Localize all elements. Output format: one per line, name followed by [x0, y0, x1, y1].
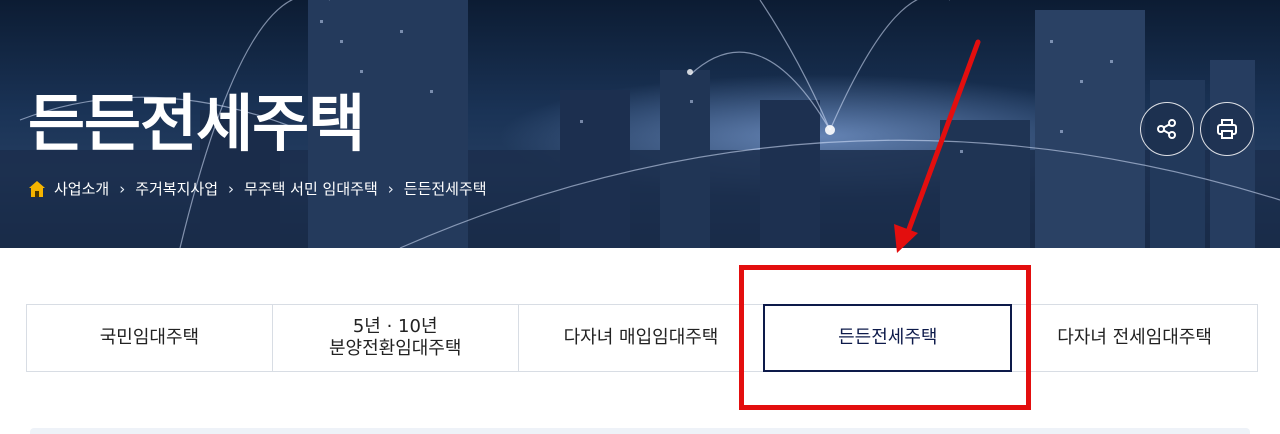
chevron-right-icon: › — [228, 179, 235, 198]
tab-label: 다자녀 매입임대주택 — [563, 327, 719, 348]
breadcrumb-item-business[interactable]: 사업소개 — [54, 178, 109, 199]
share-button[interactable] — [1140, 102, 1194, 156]
tab-national-rental[interactable]: 국민임대주택 — [27, 305, 273, 371]
page-title: 든든전세주택 — [28, 87, 365, 160]
sub-navigation-tabs: 국민임대주택 5년 · 10년 분양전환임대주택 다자녀 매입임대주택 든든전세… — [26, 304, 1258, 372]
tab-label: 다자녀 전세임대주택 — [1057, 327, 1212, 348]
breadcrumb-item-current[interactable]: 든든전세주택 — [404, 178, 487, 199]
chevron-right-icon: › — [119, 179, 126, 198]
annotation-highlight-box — [739, 265, 1031, 410]
tab-multi-child-purchase-rental[interactable]: 다자녀 매입임대주택 — [519, 305, 765, 371]
breadcrumb: 사업소개 › 주거복지사업 › 무주택 서민 임대주택 › 든든전세주택 — [28, 178, 487, 199]
print-icon — [1217, 119, 1237, 139]
tab-multi-child-jeonse-rental[interactable]: 다자녀 전세임대주택 — [1012, 305, 1257, 371]
print-button[interactable] — [1200, 102, 1254, 156]
tab-label: 국민임대주택 — [99, 327, 200, 348]
breadcrumb-item-housing-welfare[interactable]: 주거복지사업 — [135, 178, 218, 199]
share-icon — [1157, 119, 1176, 139]
tab-label-line2: 분양전환임대주택 — [328, 338, 462, 359]
tab-5-10-year-conversion[interactable]: 5년 · 10년 분양전환임대주택 — [273, 305, 519, 371]
content-area-top — [30, 428, 1250, 434]
home-icon[interactable] — [28, 180, 46, 198]
chevron-right-icon: › — [387, 179, 394, 198]
breadcrumb-item-rental-housing[interactable]: 무주택 서민 임대주택 — [244, 178, 378, 199]
hero-banner: 든든전세주택 사업소개 › 주거복지사업 › 무주택 서민 임대주택 › 든든전… — [0, 0, 1280, 248]
page-tools — [1140, 102, 1254, 156]
tab-label-line1: 5년 · 10년 — [352, 316, 438, 337]
